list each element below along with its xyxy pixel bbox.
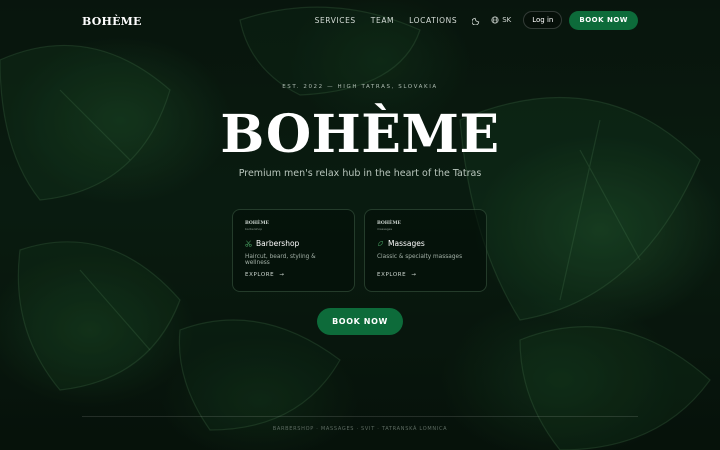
- explore-link[interactable]: EXPLORE →: [245, 272, 284, 278]
- explore-link[interactable]: EXPLORE →: [377, 272, 416, 278]
- theme-toggle-button[interactable]: [472, 16, 481, 25]
- site-header: BOHÈME SERVICES TEAM LOCATIONS SK Log in…: [82, 7, 638, 30]
- main-nav: SERVICES TEAM LOCATIONS SK Log in BOOK N…: [315, 10, 638, 30]
- nav-locations[interactable]: LOCATIONS: [409, 16, 457, 25]
- card-logo-sub: massages: [377, 227, 393, 231]
- site-logo[interactable]: BOHÈME: [82, 15, 142, 28]
- header-book-now-button[interactable]: BOOK NOW: [569, 10, 638, 30]
- card-title-row: Barbershop: [245, 239, 342, 248]
- scissors-icon: [245, 240, 252, 247]
- footer-divider: [82, 416, 638, 417]
- card-title: Massages: [388, 239, 425, 248]
- hero-eyebrow: EST. 2022 — HIGH TATRAS, SLOVAKIA: [282, 84, 438, 90]
- card-description: Classic & specialty massages: [377, 254, 463, 260]
- moon-icon: [472, 17, 480, 25]
- arrow-right-icon: →: [279, 272, 285, 278]
- footer-text: BARBERSHOP · MASSAGES · SVIT · TATRANSKÁ…: [272, 426, 448, 432]
- card-logo-sub: barbershop: [245, 227, 263, 231]
- card-title-row: Massages: [377, 239, 474, 248]
- card-logo: BOHÈME: [377, 221, 401, 226]
- service-cards: BOHÈME barbershop Barbershop Haircut, be…: [232, 209, 487, 292]
- globe-icon: [491, 16, 499, 24]
- leaf-icon: [378, 241, 383, 246]
- hero-title: BOHÈME: [220, 104, 500, 165]
- nav-team[interactable]: TEAM: [371, 16, 394, 25]
- language-switcher[interactable]: SK: [491, 16, 511, 24]
- login-button[interactable]: Log in: [523, 11, 563, 29]
- arrow-right-icon: →: [411, 272, 417, 278]
- card-title: Barbershop: [256, 239, 300, 248]
- hero-book-now-button[interactable]: BOOK NOW: [317, 308, 403, 335]
- nav-services[interactable]: SERVICES: [315, 16, 356, 25]
- card-description: Haircut, beard, styling & wellness: [245, 254, 316, 266]
- hero-tagline: Premium men's relax hub in the heart of …: [238, 168, 482, 179]
- explore-label: EXPLORE: [245, 272, 275, 278]
- card-massages[interactable]: BOHÈME massages Massages Classic & speci…: [364, 209, 487, 292]
- card-logo: BOHÈME: [245, 221, 269, 226]
- explore-label: EXPLORE: [377, 272, 407, 278]
- language-label: SK: [502, 16, 512, 24]
- card-barbershop[interactable]: BOHÈME barbershop Barbershop Haircut, be…: [232, 209, 355, 292]
